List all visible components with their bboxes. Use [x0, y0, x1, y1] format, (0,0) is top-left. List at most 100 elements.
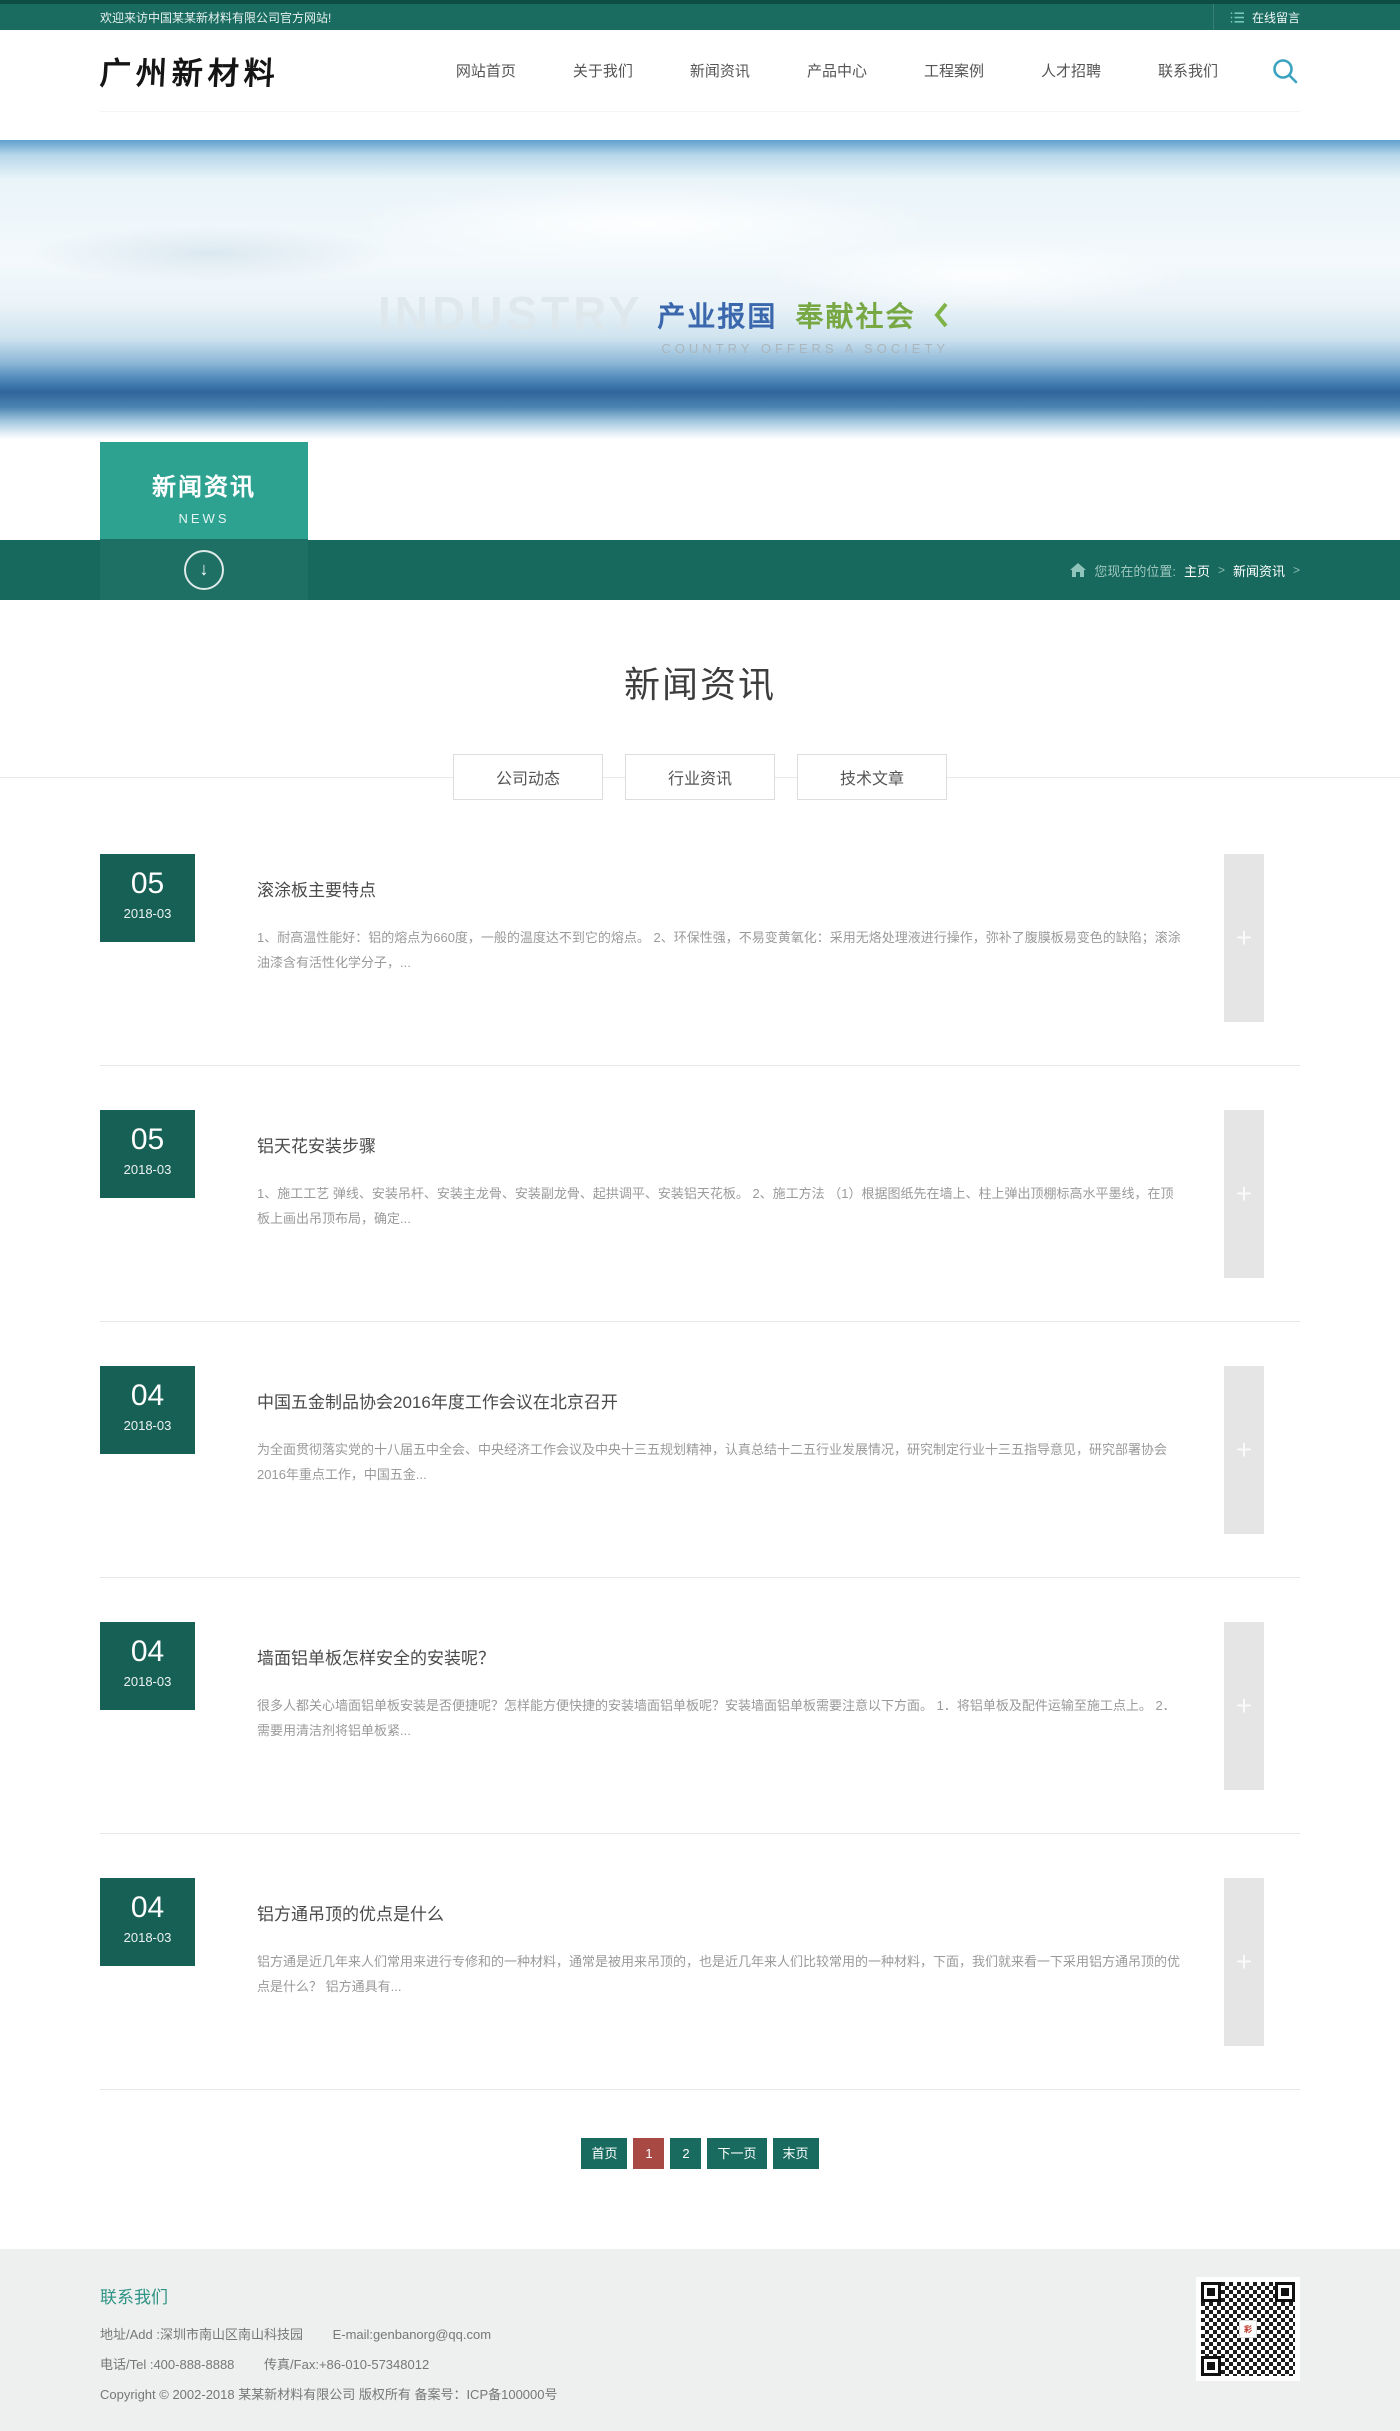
- main-nav: 网站首页 关于我们 新闻资讯 产品中心 工程案例 人才招聘 联系我们: [456, 60, 1218, 81]
- pagination-last[interactable]: 末页: [772, 2138, 819, 2169]
- page-title: 新闻资讯: [623, 664, 776, 705]
- pagination-page-1[interactable]: 1: [633, 2138, 665, 2169]
- welcome-text: 欢迎来访中国某某新材料有限公司官方网站!: [100, 10, 332, 25]
- news-date-day: 04: [130, 1891, 165, 1924]
- slogan-sub-text: COUNTRY OFFERS A SOCIETY: [661, 341, 950, 356]
- news-date-day: 05: [130, 1123, 165, 1156]
- news-category-tabs: 公司动态 行业资讯 技术文章: [0, 754, 1400, 800]
- news-date-box: 04 2018-03: [100, 1366, 195, 1454]
- scroll-down-button[interactable]: ↓: [184, 549, 224, 590]
- plus-icon: +: [1235, 1946, 1253, 1977]
- breadcrumb: 您现在的位置: 主页 > 新闻资讯 >: [1070, 540, 1300, 600]
- site-logo[interactable]: 广州新材料: [99, 48, 281, 93]
- message-list-icon: [1230, 11, 1245, 24]
- footer-address: 地址/Add :深圳市南山区南山科技园: [100, 2327, 303, 2342]
- nav-item-products[interactable]: 产品中心: [807, 60, 867, 81]
- main-content: 新闻资讯 公司动态 行业资讯 技术文章 05 2018-03 滚涂板主要特点 1…: [0, 600, 1400, 2169]
- breadcrumb-home-link[interactable]: 主页: [1184, 561, 1210, 580]
- news-item[interactable]: 04 2018-03 中国五金制品协会2016年度工作会议在北京召开 为全面贯彻…: [100, 1322, 1300, 1578]
- breadcrumb-current-link[interactable]: 新闻资讯: [1233, 561, 1285, 580]
- nav-item-jobs[interactable]: 人才招聘: [1041, 60, 1101, 81]
- news-more-button[interactable]: +: [1224, 1110, 1264, 1278]
- site-header: 广州新材料 网站首页 关于我们 新闻资讯 产品中心 工程案例 人才招聘 联系我们: [0, 30, 1400, 140]
- news-date-day: 04: [130, 1379, 165, 1412]
- home-icon: [1070, 563, 1087, 577]
- footer-phone-line: 电话/Tel :400-888-8888 传真/Fax:+86-010-5734…: [100, 2354, 1300, 2373]
- plus-icon: +: [1235, 1690, 1253, 1721]
- news-excerpt: 铝方通是近几年来人们常用来进行专修和的一种材料，通常是被用来吊顶的，也是近几年来…: [257, 1954, 1181, 1994]
- pagination-page-2[interactable]: 2: [670, 2138, 702, 2169]
- news-date-month: 2018-03: [123, 1418, 172, 1433]
- footer-copyright: Copyright © 2002-2018 某某新材料有限公司 版权所有 备案号…: [100, 2387, 558, 2402]
- banner-watermark-text: INDUSTRY: [378, 287, 644, 339]
- plus-icon: +: [1235, 922, 1253, 953]
- pagination: 首页 1 2 下一页 末页: [100, 2138, 1300, 2169]
- news-date-month: 2018-03: [123, 1162, 172, 1177]
- footer-address-line: 地址/Add :深圳市南山区南山科技园 E-mail:genbanorg@qq.…: [100, 2324, 1300, 2343]
- hero-banner: INDUSTRY 产业报国 奉献社会 COUNTRY OFFERS A SOCI…: [0, 140, 1400, 440]
- news-date-day: 05: [130, 867, 165, 900]
- news-excerpt: 1、耐高温性能好：铝的熔点为660度，一般的温度达不到它的熔点。 2、环保性强，…: [257, 930, 1181, 970]
- section-title-box: 新闻资讯 NEWS ↓: [100, 442, 308, 600]
- news-date-box: 04 2018-03: [100, 1878, 195, 1966]
- news-more-button[interactable]: +: [1224, 854, 1264, 1022]
- news-item[interactable]: 04 2018-03 墙面铝单板怎样安全的安装呢？ 很多人都关心墙面铝单板安装是…: [100, 1578, 1300, 1834]
- chevron-left-icon: [933, 301, 949, 329]
- news-excerpt: 1、施工工艺 弹线、安装吊杆、安装主龙骨、安装副龙骨、起拱调平、安装铝天花板。 …: [257, 1186, 1174, 1226]
- qr-finder-icon: [1201, 2282, 1221, 2302]
- site-footer: 联系我们 地址/Add :深圳市南山区南山科技园 E-mail:genbanor…: [0, 2249, 1400, 2431]
- news-title[interactable]: 铝方通吊顶的优点是什么: [257, 1878, 1182, 1925]
- news-title[interactable]: 铝天花安装步骤: [257, 1110, 1182, 1157]
- nav-item-contact[interactable]: 联系我们: [1158, 60, 1218, 81]
- news-date-box: 05 2018-03: [100, 1110, 195, 1198]
- online-message-label: 在线留言: [1251, 10, 1300, 25]
- slogan-blue-text: 产业报国: [657, 301, 778, 332]
- news-excerpt: 为全面贯彻落实党的十八届五中全会、中央经济工作会议及中央十三五规划精神，认真总结…: [257, 1442, 1168, 1482]
- search-icon[interactable]: [1270, 56, 1300, 86]
- nav-item-home[interactable]: 网站首页: [456, 60, 516, 81]
- slogan-green-text: 奉献社会: [795, 301, 916, 332]
- news-item[interactable]: 05 2018-03 铝天花安装步骤 1、施工工艺 弹线、安装吊杆、安装主龙骨、…: [100, 1066, 1300, 1322]
- tab-company-news[interactable]: 公司动态: [453, 754, 603, 800]
- news-date-month: 2018-03: [123, 1930, 172, 1945]
- news-title[interactable]: 中国五金制品协会2016年度工作会议在北京召开: [257, 1366, 1182, 1413]
- banner-slogan: 产业报国 奉献社会 COUNTRY OFFERS A SOCIETY: [657, 295, 949, 356]
- news-item[interactable]: 04 2018-03 铝方通吊顶的优点是什么 铝方通是近几年来人们常用来进行专修…: [100, 1834, 1300, 2090]
- plus-icon: +: [1235, 1434, 1253, 1465]
- nav-item-about[interactable]: 关于我们: [573, 60, 633, 81]
- qr-code: 彩: [1196, 2277, 1300, 2381]
- pagination-next[interactable]: 下一页: [707, 2138, 767, 2169]
- plus-icon: +: [1235, 1178, 1253, 1209]
- topbar: 欢迎来访中国某某新材料有限公司官方网站! 在线留言: [0, 0, 1400, 30]
- news-more-button[interactable]: +: [1224, 1622, 1264, 1790]
- tab-tech-articles[interactable]: 技术文章: [797, 754, 947, 800]
- news-more-button[interactable]: +: [1224, 1366, 1264, 1534]
- down-arrow-icon: ↓: [199, 559, 209, 579]
- breadcrumb-prefix: 您现在的位置:: [1094, 563, 1176, 579]
- footer-phone: 电话/Tel :400-888-8888: [100, 2357, 235, 2372]
- online-message-link[interactable]: 在线留言: [1212, 4, 1300, 30]
- section-title-cn: 新闻资讯: [152, 474, 256, 501]
- tab-industry-news[interactable]: 行业资讯: [625, 754, 775, 800]
- nav-item-cases[interactable]: 工程案例: [924, 60, 984, 81]
- news-title[interactable]: 墙面铝单板怎样安全的安装呢？: [257, 1622, 1182, 1669]
- news-title[interactable]: 滚涂板主要特点: [257, 854, 1182, 901]
- news-date-box: 04 2018-03: [100, 1622, 195, 1710]
- news-date-day: 04: [130, 1635, 165, 1668]
- news-date-month: 2018-03: [123, 906, 172, 921]
- section-title-en: NEWS: [178, 511, 230, 526]
- pagination-first[interactable]: 首页: [581, 2138, 628, 2169]
- qr-finder-icon: [1275, 2282, 1295, 2302]
- section-band: 您现在的位置: 主页 > 新闻资讯 > 新闻资讯 NEWS ↓: [0, 440, 1400, 600]
- news-more-button[interactable]: +: [1224, 1878, 1264, 2046]
- news-date-box: 05 2018-03: [100, 854, 195, 942]
- news-date-month: 2018-03: [123, 1674, 172, 1689]
- footer-email: E-mail:genbanorg@qq.com: [332, 2327, 492, 2342]
- footer-fax: 传真/Fax:+86-010-57348012: [264, 2357, 430, 2372]
- nav-item-news[interactable]: 新闻资讯: [690, 60, 750, 81]
- footer-heading: 联系我们: [100, 2288, 168, 2307]
- news-item[interactable]: 05 2018-03 滚涂板主要特点 1、耐高温性能好：铝的熔点为660度，一般…: [100, 854, 1300, 1066]
- qr-center-logo: 彩: [1239, 2320, 1257, 2338]
- qr-finder-icon: [1201, 2356, 1221, 2376]
- news-excerpt: 很多人都关心墙面铝单板安装是否便捷呢？怎样能方便快捷的安装墙面铝单板呢？安装墙面…: [257, 1698, 1176, 1738]
